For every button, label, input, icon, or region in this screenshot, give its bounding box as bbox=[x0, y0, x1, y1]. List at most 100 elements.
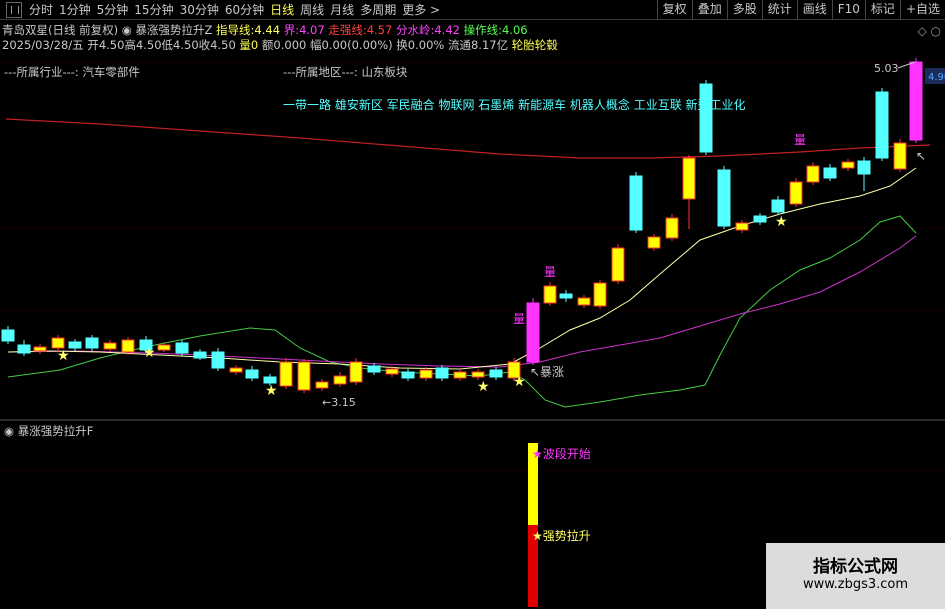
candle-body bbox=[699, 83, 713, 153]
watermark: 指标公式网 www.zbgs3.com bbox=[766, 543, 945, 609]
watermark-title: 指标公式网 bbox=[813, 557, 898, 577]
candle-body bbox=[157, 344, 171, 351]
indicator-name[interactable]: 暴涨强势拉升Z bbox=[136, 23, 213, 37]
industry-label: ---所属行业---: bbox=[4, 65, 79, 79]
sub-indicator-name: 暴涨强势拉升F bbox=[17, 424, 94, 438]
candle-body bbox=[789, 181, 803, 205]
ma-long-line bbox=[5, 118, 931, 159]
candle-body bbox=[349, 361, 363, 383]
candle-body bbox=[229, 367, 243, 373]
candle-body bbox=[435, 367, 449, 379]
guide-value: 4.44 bbox=[254, 23, 281, 37]
candle-body bbox=[33, 346, 47, 352]
settings-icon[interactable]: ◉ bbox=[122, 23, 132, 37]
quote-open: 开4.50 bbox=[87, 38, 125, 52]
candle-body bbox=[419, 369, 433, 379]
candle-body bbox=[68, 341, 82, 349]
candle-body bbox=[665, 217, 679, 239]
candle-body bbox=[401, 371, 415, 379]
candle-body bbox=[823, 167, 837, 179]
quote-close: 收4.50 bbox=[198, 38, 236, 52]
star-marker: ★ bbox=[265, 383, 278, 399]
candle-body bbox=[297, 361, 311, 391]
candle-body bbox=[526, 302, 540, 363]
candle-body bbox=[211, 351, 225, 369]
quote-line: 2025/03/28/五 开4.50高4.50低4.50收4.50 量0 额0.… bbox=[2, 38, 558, 52]
candle-body bbox=[193, 351, 207, 359]
candle-body bbox=[559, 293, 573, 299]
bound-value: 4.07 bbox=[299, 23, 325, 37]
region-info: ---所属地区---: 山东板块 bbox=[283, 64, 407, 80]
quote-change: 幅0.00(0.00%) bbox=[310, 38, 393, 52]
industry-value: 汽车零部件 bbox=[82, 65, 140, 79]
candle-body bbox=[717, 169, 731, 227]
trend-line-yellow bbox=[7, 167, 917, 370]
candle-body bbox=[175, 342, 189, 354]
candlestick-chart[interactable]: ★★★★★★量量量5.034.90←3.15↖暴涨↖★波段开始★强势拉升 bbox=[0, 0, 945, 609]
quote-low: 低4.50 bbox=[161, 38, 199, 52]
concept-list: 一带一路 雄安新区 军民融合 物联网 石墨烯 新能源车 机器人概念 工业互联 新… bbox=[283, 98, 746, 112]
candle-body bbox=[893, 142, 907, 170]
candle-body bbox=[909, 61, 923, 141]
low-price-label: ←3.15 bbox=[322, 396, 356, 409]
wave-start-label: ★波段开始 bbox=[532, 446, 591, 461]
settings-icon[interactable]: ◉ bbox=[4, 424, 14, 438]
quote-date: 2025/03/28/五 bbox=[2, 38, 84, 52]
candle-body bbox=[279, 361, 293, 387]
candle-body bbox=[367, 365, 381, 373]
candle-body bbox=[85, 337, 99, 349]
candle-body bbox=[753, 215, 767, 223]
candle-body bbox=[577, 297, 591, 306]
concept-tag: 轮胎轮毂 bbox=[511, 38, 558, 52]
watermark-url: www.zbgs3.com bbox=[802, 577, 909, 592]
star-marker: ★ bbox=[143, 345, 156, 361]
indicator-header: 青岛双星(日线 前复权) ◉ 暴涨强势拉升Z 指导线:4.44 界:4.07 走… bbox=[2, 23, 528, 37]
candle-body bbox=[682, 157, 696, 200]
candle-body bbox=[121, 339, 135, 353]
collapse-icon[interactable]: ○ bbox=[931, 24, 941, 38]
surge-label: ↖暴涨 bbox=[530, 364, 564, 379]
region-value: 山东板块 bbox=[361, 65, 408, 79]
sub-indicator-title[interactable]: ◉ 暴涨强势拉升F bbox=[4, 423, 93, 439]
candle-body bbox=[245, 369, 259, 379]
candle-body bbox=[333, 375, 347, 385]
star-marker: ★ bbox=[513, 374, 526, 390]
candle-body bbox=[315, 381, 329, 389]
op-label: 操作线: bbox=[463, 23, 502, 37]
op-value: 4.06 bbox=[501, 23, 528, 37]
bound-label: 界: bbox=[283, 23, 300, 37]
candle-body bbox=[471, 371, 485, 378]
candle-body bbox=[51, 337, 65, 349]
strong-label: 走强线: bbox=[328, 23, 367, 37]
water-value: 4.42 bbox=[434, 23, 460, 37]
volume-break-marker: 量 bbox=[544, 265, 556, 279]
candle-body bbox=[611, 247, 625, 282]
candle-body bbox=[453, 371, 467, 379]
candle-body bbox=[647, 236, 661, 249]
quote-amount: 额0.000 bbox=[261, 38, 307, 52]
candle-body bbox=[771, 199, 785, 213]
candle-body bbox=[489, 369, 503, 378]
candle-body bbox=[629, 175, 643, 231]
quote-float: 流通8.17亿 bbox=[447, 38, 509, 52]
candle-body bbox=[875, 91, 889, 159]
candle-body bbox=[17, 344, 31, 354]
candle-body bbox=[735, 222, 749, 231]
diamond-icon[interactable]: ◇ bbox=[917, 24, 926, 38]
strong-rise-label: ★强势拉升 bbox=[532, 528, 591, 543]
candle-body bbox=[806, 165, 820, 183]
candle-body bbox=[1, 329, 15, 342]
candle-body bbox=[543, 285, 557, 304]
arrow-marker: ↖ bbox=[916, 149, 926, 163]
candle-body bbox=[593, 282, 607, 307]
industry-info: ---所属行业---: 汽车零部件 bbox=[4, 64, 140, 80]
volume-break-marker: 量 bbox=[513, 312, 525, 326]
stock-name: 青岛双星(日线 前复权) bbox=[2, 23, 119, 37]
quote-turnover: 换0.00% bbox=[396, 38, 445, 52]
candle-body bbox=[857, 160, 871, 175]
quote-high: 高4.50 bbox=[124, 38, 162, 52]
region-label: ---所属地区---: bbox=[283, 65, 358, 79]
candle-body bbox=[385, 368, 399, 375]
star-marker: ★ bbox=[775, 214, 788, 230]
quote-volume: 量0 bbox=[239, 38, 259, 52]
